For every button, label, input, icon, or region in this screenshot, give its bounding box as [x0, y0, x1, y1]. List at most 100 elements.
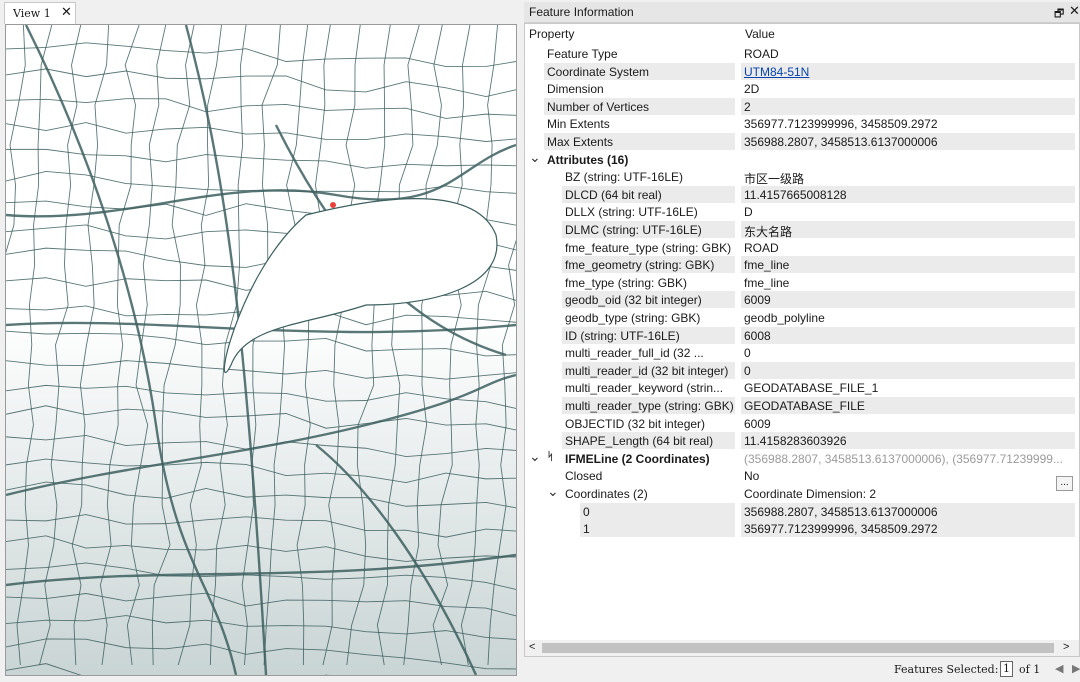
row-shade — [741, 97, 1075, 115]
property-column-header[interactable]: Property — [529, 27, 574, 41]
panel-title: Feature Information — [529, 5, 634, 19]
attribute-row[interactable]: fme_feature_type (string: GBK) ROAD — [525, 239, 1079, 257]
property-label: Feature Type — [547, 47, 618, 61]
attribute-row[interactable]: DLLX (string: UTF-16LE) D — [525, 203, 1079, 221]
minor-road — [403, 25, 443, 666]
minor-road — [6, 535, 516, 562]
minor-road — [6, 615, 516, 640]
attributes-group-row[interactable]: ⌄ Attributes (16) — [525, 149, 1079, 169]
property-value: GEODATABASE_FILE_1 — [744, 381, 879, 396]
horizontal-scrollbar[interactable]: < > — [525, 640, 1079, 656]
attribute-row[interactable]: SHAPE_Length (64 bit real) 11.41582836039… — [525, 432, 1079, 450]
scroll-right-icon[interactable]: > — [1063, 641, 1069, 653]
property-value: GEODATABASE_FILE — [744, 399, 865, 413]
property-value: ROAD — [744, 240, 779, 255]
minor-road — [432, 25, 471, 666]
coordinates-group-row[interactable]: ⌄ Coordinates (2) Coordinate Dimension: 2 — [525, 483, 1079, 503]
property-value: 6009 — [744, 416, 771, 431]
status-bar: Features Selected: 1 of 1 ◀ ▶ — [524, 658, 1080, 680]
property-value: fme_line — [744, 275, 790, 290]
value-column-header[interactable]: Value — [745, 27, 775, 41]
minor-road — [6, 42, 516, 67]
road-network-map[interactable] — [6, 25, 516, 675]
attribute-row[interactable]: BZ (string: UTF-16LE) 市区一级路 — [525, 168, 1079, 187]
chevron-down-icon[interactable]: ⌄ — [529, 448, 541, 465]
attribute-row[interactable]: fme_geometry (string: GBK) fme_line — [525, 256, 1079, 274]
property-label: multi_reader_type (string: GBK) — [565, 399, 734, 413]
coordinate-row[interactable]: 1 356977.7123999996, 3458509.2972 — [525, 520, 1079, 538]
property-label: OBJECTID (32 bit integer) — [565, 416, 706, 431]
property-value[interactable]: UTM84-51N — [744, 65, 809, 79]
property-value: 2 — [744, 99, 751, 114]
minor-road — [6, 98, 516, 119]
attribute-row[interactable]: geodb_type (string: GBK) geodb_polyline — [525, 309, 1079, 327]
general-row[interactable]: Number of Vertices 2 — [525, 97, 1079, 116]
general-row[interactable]: Min Extents 356977.7123999996, 3458509.29… — [525, 115, 1079, 133]
property-label: IFMELine (2 Coordinates) — [565, 451, 710, 466]
property-label: multi_reader_id (32 bit integer) — [565, 363, 729, 378]
attribute-row[interactable]: DLMC (string: UTF-16LE) 东大名路 — [525, 221, 1079, 239]
property-value: 356977.7123999996, 3458509.2972 — [744, 522, 938, 537]
attribute-row[interactable]: DLCD (64 bit real) 11.4157665008128 — [525, 185, 1079, 204]
row-shade — [741, 256, 1075, 274]
minor-road — [241, 25, 281, 666]
map-view-pane: View 1 ✕ — [0, 0, 522, 682]
attribute-row[interactable]: multi_reader_type (string: GBK) GEODATABA… — [525, 397, 1079, 415]
attribute-row[interactable]: geodb_oid (32 bit integer) 6009 — [525, 291, 1079, 309]
feature-information-panel: Feature Information 🗗 ✕ Property Value F… — [524, 0, 1080, 682]
property-label: multi_reader_full_id (32 ... — [565, 346, 704, 361]
attribute-row[interactable]: multi_reader_id (32 bit integer) 0 — [525, 361, 1079, 380]
attribute-row[interactable]: multi_reader_full_id (32 ... 0 — [525, 344, 1079, 362]
selected-feature-marker[interactable] — [330, 202, 336, 208]
general-row[interactable]: Feature Type ROAD — [525, 45, 1079, 63]
minor-road — [126, 25, 167, 666]
property-value: 市区一级路 — [744, 172, 805, 187]
selected-count-field[interactable]: 1 — [1000, 661, 1013, 677]
attribute-row[interactable]: multi_reader_keyword (strin... GEODATABAS… — [525, 379, 1079, 397]
property-value: 0 — [744, 346, 751, 361]
property-label: Dimension — [547, 82, 604, 97]
next-feature-icon[interactable]: ▶ — [1072, 662, 1080, 675]
property-label: ID (string: UTF-16LE) — [565, 328, 680, 343]
float-panel-icon[interactable]: 🗗 — [1054, 5, 1064, 24]
general-row[interactable]: Dimension 2D — [525, 80, 1079, 98]
previous-feature-icon[interactable]: ◀ — [1055, 662, 1063, 675]
property-grid: Property Value Feature Type ROAD Coordinat… — [524, 23, 1080, 657]
geometry-group-row[interactable]: ⌄ ᛋ IFMELine (2 Coordinates) (356988.2807, … — [525, 448, 1079, 468]
property-value: 2D — [744, 82, 760, 97]
minor-road — [99, 25, 140, 666]
property-label: Min Extents — [547, 117, 610, 132]
general-row[interactable]: Coordinate System UTM84-51N — [525, 62, 1079, 81]
row-shade — [580, 502, 735, 520]
river-area — [223, 198, 498, 374]
panel-title-bar: Feature Information 🗗 ✕ — [524, 2, 1080, 23]
scrollbar-thumb[interactable] — [542, 643, 1054, 653]
property-value: 东大名路 — [744, 225, 793, 239]
attribute-row[interactable]: fme_type (string: GBK) fme_line — [525, 274, 1079, 292]
minor-road — [263, 25, 309, 666]
scroll-left-icon[interactable]: < — [529, 641, 535, 653]
chevron-down-icon[interactable]: ⌄ — [529, 149, 541, 166]
minor-road — [296, 25, 331, 666]
total-count-label: of 1 — [1019, 663, 1041, 676]
general-row[interactable]: Max Extents 356988.2807, 3458513.61370000… — [525, 133, 1079, 151]
view-tab[interactable]: View 1 ✕ — [4, 2, 76, 24]
property-value: 6008 — [744, 328, 771, 343]
more-coordinates-button[interactable]: ... — [1056, 476, 1073, 491]
property-label: fme_type (string: GBK) — [565, 275, 688, 290]
attribute-row[interactable]: ID (string: UTF-16LE) 6008 — [525, 326, 1079, 345]
property-label: multi_reader_keyword (strin... — [565, 381, 724, 396]
property-label: Max Extents — [547, 135, 614, 149]
close-panel-icon[interactable]: ✕ — [1069, 3, 1080, 19]
property-label: DLCD (64 bit real) — [565, 187, 662, 202]
property-value: 356988.2807, 3458513.6137000006 — [744, 504, 938, 519]
chevron-down-icon[interactable]: ⌄ — [547, 483, 559, 500]
property-value: fme_line — [744, 258, 790, 273]
map-canvas[interactable] — [5, 24, 517, 676]
property-value: D — [744, 205, 753, 220]
closed-row[interactable]: Closed No — [525, 467, 1079, 485]
close-tab-icon[interactable]: ✕ — [61, 5, 72, 20]
coordinate-row[interactable]: 0 356988.2807, 3458513.6137000006 — [525, 502, 1079, 521]
minor-road — [71, 25, 110, 666]
attribute-row[interactable]: OBJECTID (32 bit integer) 6009 — [525, 415, 1079, 433]
